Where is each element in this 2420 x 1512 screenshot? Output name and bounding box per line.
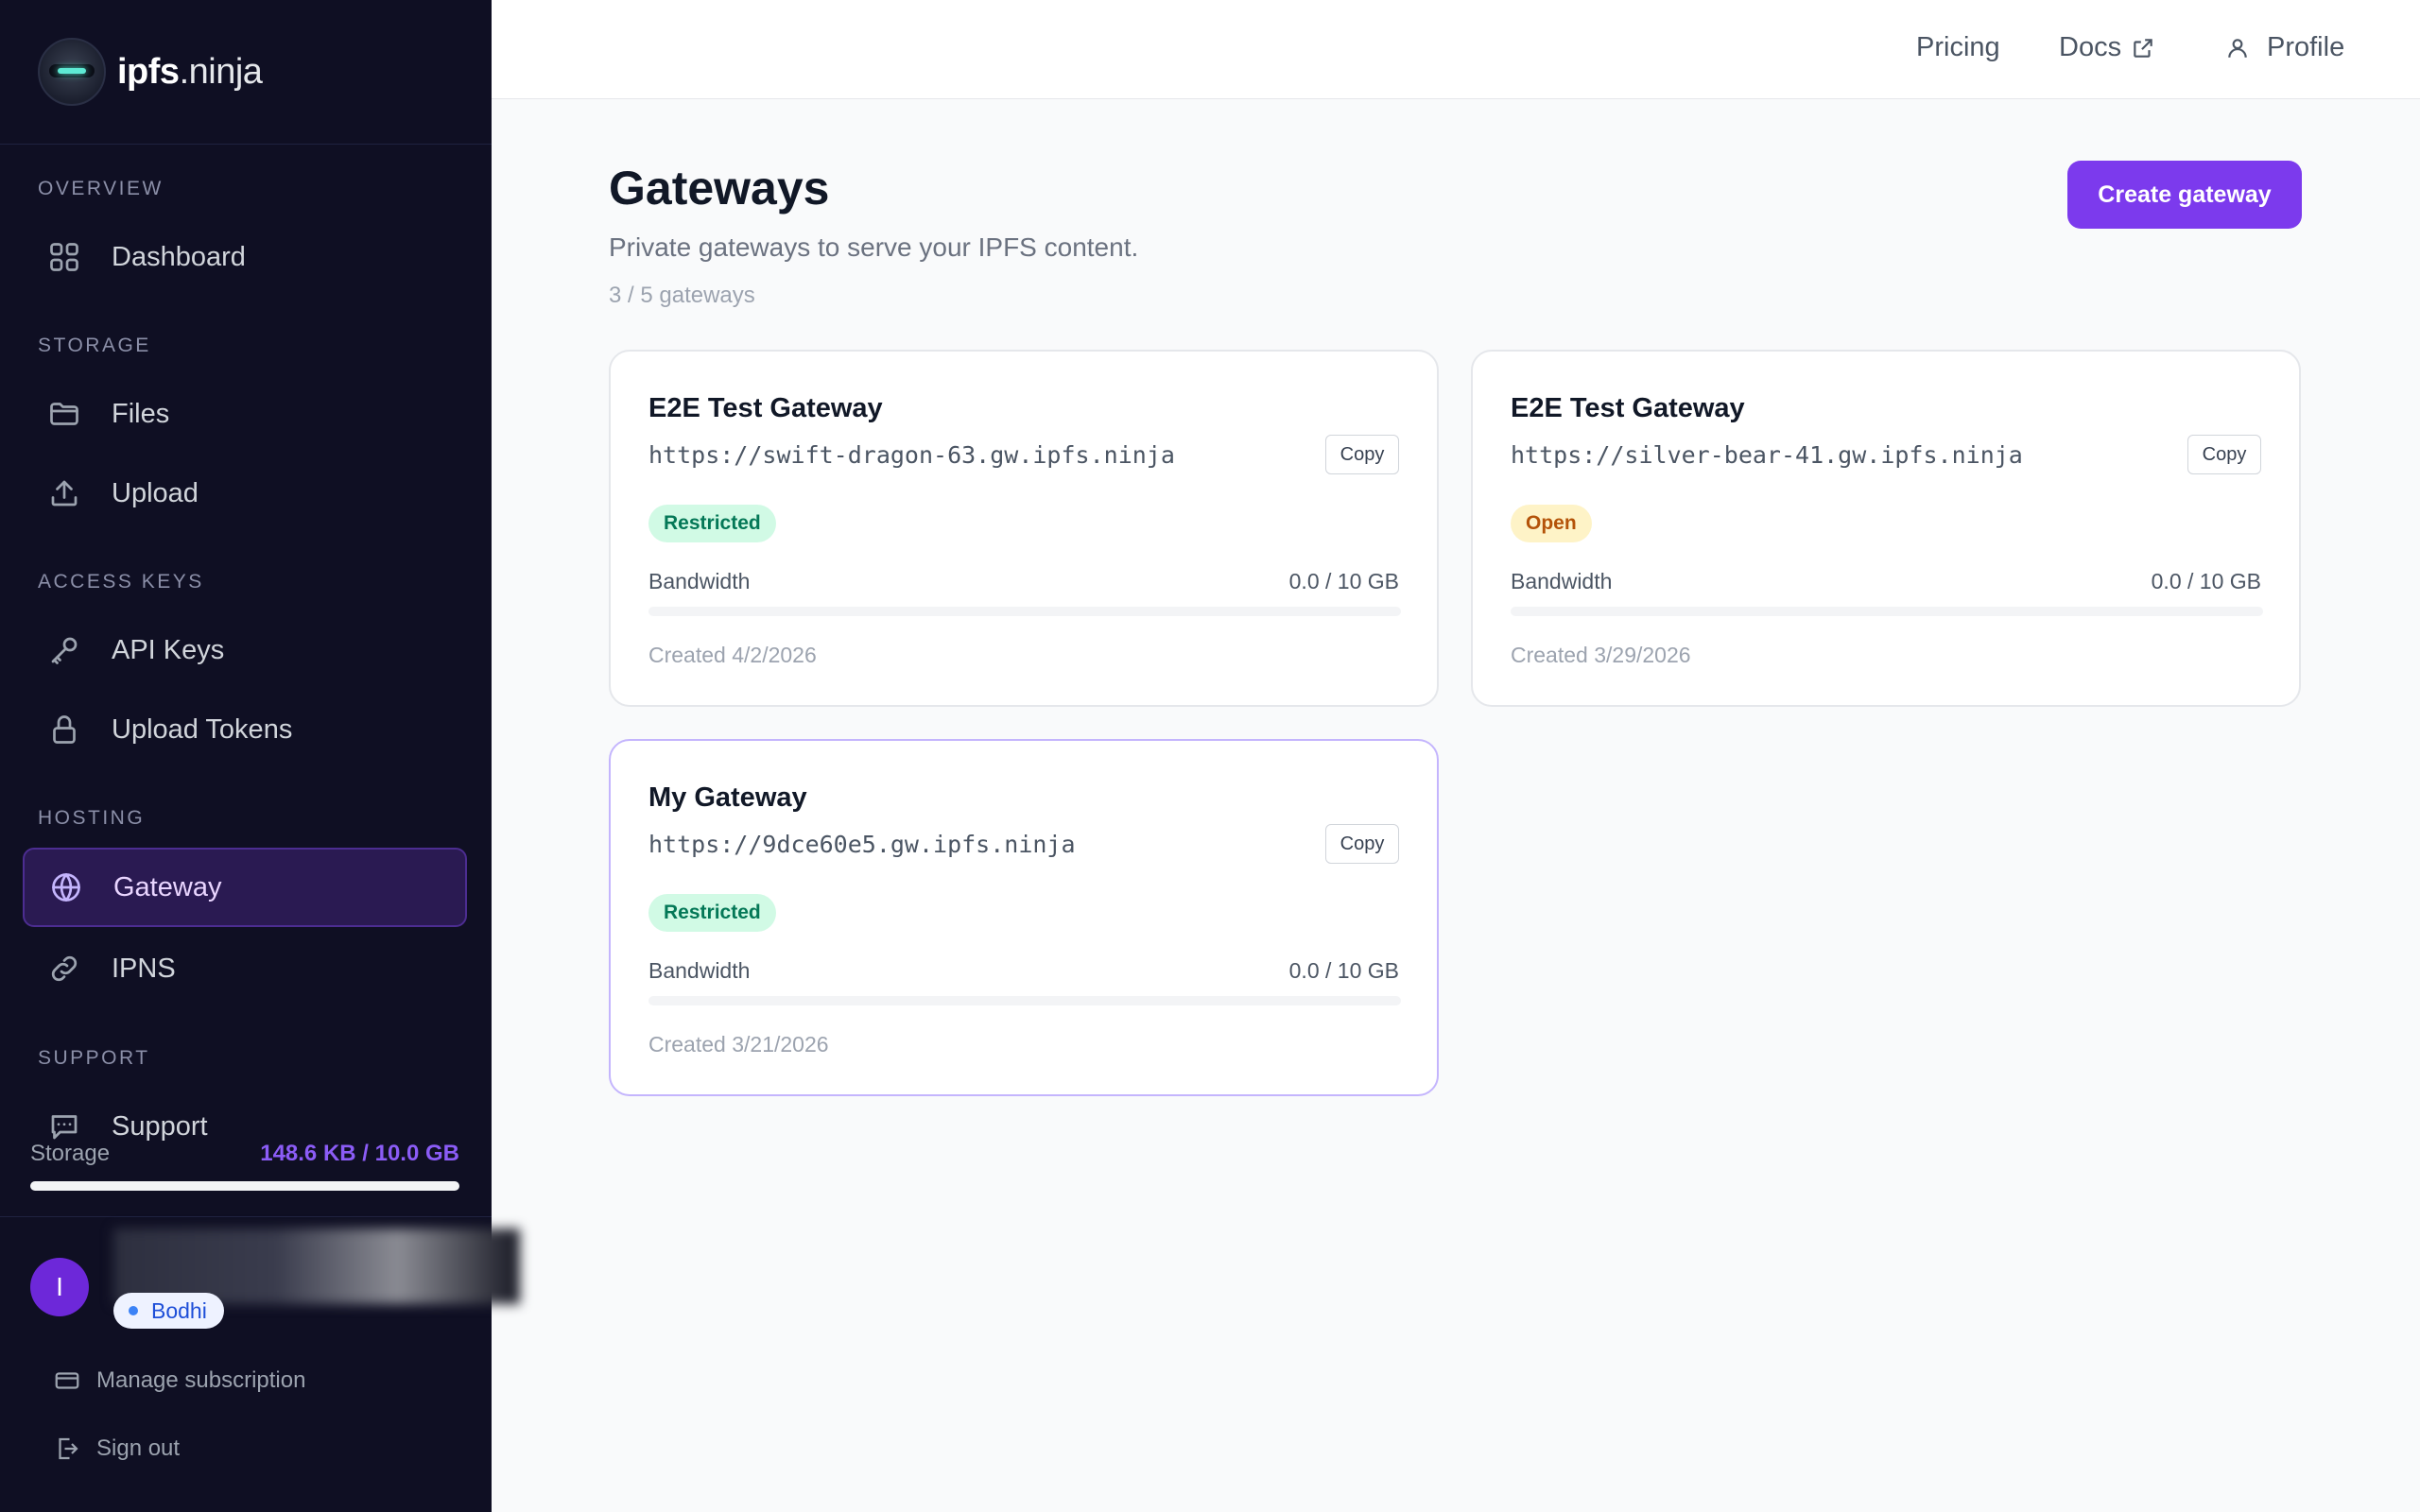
bandwidth-label: Bandwidth (1511, 569, 1613, 593)
created-date: Created 4/2/2026 (648, 643, 817, 667)
bandwidth-value: 0.0 / 10 GB (2151, 569, 2261, 593)
section-title-hosting: HOSTING (38, 807, 146, 829)
sidebar-item-ipns[interactable]: IPNS (23, 929, 467, 1008)
sign-out-icon (59, 1437, 78, 1460)
storage-label: Storage (30, 1141, 111, 1166)
gateway-name: My Gateway (648, 782, 807, 813)
section-title-support: SUPPORT (38, 1047, 150, 1069)
gateway-url: https://swift-dragon-63.gw.ipfs.ninja (648, 441, 1175, 469)
page-subtitle: Private gateways to serve your IPFS cont… (609, 232, 1139, 262)
gateway-name: E2E Test Gateway (1511, 393, 1745, 423)
gateway-url: https://silver-bear-41.gw.ipfs.ninja (1511, 441, 2023, 469)
bandwidth-progress-bar (648, 607, 1401, 616)
status-badge: Restricted (648, 894, 776, 932)
copy-button[interactable]: Copy (1325, 435, 1399, 474)
bandwidth-label: Bandwidth (648, 569, 751, 593)
gateway-card[interactable]: E2E Test Gateway https://silver-bear-41.… (1471, 350, 2301, 707)
sidebar-item-upload[interactable]: Upload (23, 454, 467, 533)
sidebar-item-api-keys[interactable]: API Keys (23, 610, 467, 690)
sidebar-item-label: Dashboard (112, 241, 246, 272)
avatar[interactable]: I (30, 1258, 89, 1316)
grid-icon (45, 238, 83, 276)
profile-label: Profile (2267, 32, 2345, 62)
sign-out-link[interactable]: Sign out (53, 1435, 180, 1463)
copy-button[interactable]: Copy (1325, 824, 1399, 864)
create-gateway-button[interactable]: Create gateway (2067, 161, 2302, 229)
sidebar-item-label: IPNS (112, 953, 176, 984)
copy-button[interactable]: Copy (2187, 435, 2261, 474)
brand-name: ipfs.ninja (117, 51, 263, 93)
sidebar-item-label: Support (112, 1110, 208, 1142)
section-title-overview: OVERVIEW (38, 178, 164, 199)
manage-subscription-label: Manage subscription (96, 1367, 306, 1393)
docs-label: Docs (2059, 32, 2122, 62)
gateway-card[interactable]: E2E Test Gateway https://swift-dragon-63… (609, 350, 1439, 707)
manage-subscription-link[interactable]: Manage subscription (53, 1366, 305, 1395)
user-icon (2228, 38, 2247, 58)
sidebar-item-dashboard[interactable]: Dashboard (23, 217, 467, 297)
pricing-link[interactable]: Pricing (1916, 32, 2000, 63)
folder-icon (45, 395, 83, 433)
credit-card-icon (55, 1372, 79, 1389)
section-title-storage: STORAGE (38, 335, 151, 356)
bandwidth-value: 0.0 / 10 GB (1288, 569, 1399, 593)
bandwidth-label: Bandwidth (648, 958, 751, 983)
chat-icon (45, 1108, 83, 1145)
page-title: Gateways (609, 162, 830, 215)
globe-icon (47, 868, 85, 906)
lock-icon (45, 711, 83, 748)
sidebar-item-upload-tokens[interactable]: Upload Tokens (23, 690, 467, 769)
brand-name-rest: .ninja (179, 51, 263, 92)
top-bar: Pricing Docs Profile (492, 0, 2420, 99)
storage-value: 148.6 KB / 10.0 GB (260, 1141, 459, 1166)
sidebar-item-label: API Keys (112, 634, 225, 665)
bandwidth-value: 0.0 / 10 GB (1288, 958, 1399, 983)
gateway-url: https://9dce60e5.gw.ipfs.ninja (648, 831, 1076, 858)
external-link-icon (2134, 38, 2152, 58)
status-badge: Open (1511, 505, 1592, 542)
pricing-label: Pricing (1916, 32, 2000, 62)
bandwidth-progress-bar (648, 996, 1401, 1005)
profile-link[interactable]: Profile (2225, 32, 2344, 63)
gateway-card[interactable]: My Gateway https://9dce60e5.gw.ipfs.ninj… (609, 739, 1439, 1096)
gateway-name: E2E Test Gateway (648, 393, 883, 423)
bandwidth-progress-bar (1511, 607, 2263, 616)
created-date: Created 3/21/2026 (648, 1032, 829, 1057)
sidebar-item-label: Gateway (113, 871, 222, 902)
sidebar-item-gateway[interactable]: Gateway (23, 848, 467, 927)
section-title-access-keys: ACCESS KEYS (38, 571, 204, 593)
docs-link[interactable]: Docs (2059, 32, 2155, 63)
sidebar: ipfs.ninja OVERVIEW Dashboard STORAGE Fi… (0, 0, 520, 1512)
divider (0, 1216, 492, 1217)
sidebar-item-label: Files (112, 398, 170, 429)
sidebar-item-label: Upload Tokens (112, 713, 293, 745)
sign-out-label: Sign out (96, 1435, 181, 1461)
storage-progress-bar (30, 1181, 459, 1191)
gateway-count: 3 / 5 gateways (609, 283, 755, 308)
link-icon (45, 950, 83, 988)
status-badge: Restricted (648, 505, 776, 542)
created-date: Created 3/29/2026 (1511, 643, 1691, 667)
brand[interactable]: ipfs.ninja (0, 0, 492, 145)
upload-icon (45, 474, 83, 512)
brand-name-bold: ipfs (117, 51, 180, 92)
plan-badge: Bodhi (113, 1293, 224, 1329)
sidebar-item-label: Upload (112, 477, 199, 508)
key-icon (45, 631, 83, 669)
sidebar-item-files[interactable]: Files (23, 374, 467, 454)
ninja-logo-icon (38, 38, 106, 106)
